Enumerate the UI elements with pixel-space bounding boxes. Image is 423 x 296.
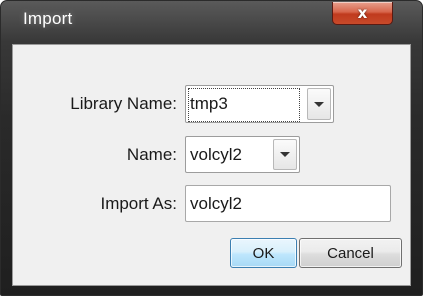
import-as-label: Import As: [100, 194, 177, 213]
name-value: volcyl2 [190, 144, 242, 164]
close-icon: x [357, 3, 368, 22]
library-name-value: tmp3 [190, 94, 228, 113]
close-button[interactable]: x [332, 2, 393, 25]
dialog-title: Import [23, 9, 73, 28]
title-bar[interactable]: Import x [1, 1, 422, 41]
name-dropdown[interactable]: volcyl2 [185, 136, 300, 173]
dialog-body: Library Name: tmp3 Name: volcyl2 Import … [12, 44, 411, 286]
name-dropdown-button[interactable] [273, 139, 297, 170]
import-as-value: volcyl2 [190, 193, 242, 213]
chevron-down-icon [280, 152, 290, 157]
library-name-dropdown[interactable]: tmp3 [185, 85, 334, 123]
name-label: Name: [126, 145, 177, 164]
import-as-input[interactable]: volcyl2 [185, 185, 391, 222]
ok-button[interactable]: OK [230, 238, 297, 268]
import-dialog: Import x Library Name: tmp3 Name: volcyl… [0, 0, 423, 296]
chevron-down-icon [314, 101, 324, 107]
library-name-dropdown-button[interactable] [307, 88, 331, 120]
library-name-label: Library Name: [70, 94, 177, 113]
cancel-button[interactable]: Cancel [299, 238, 402, 268]
